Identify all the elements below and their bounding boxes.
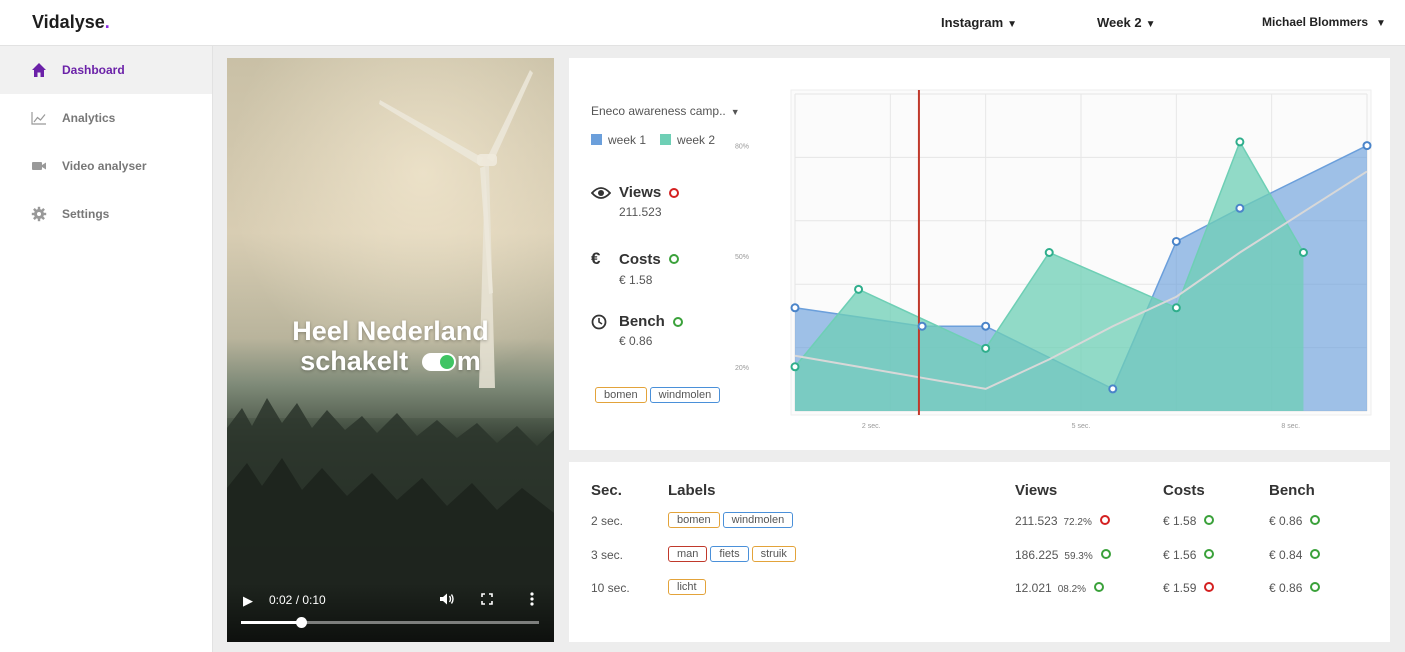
sidebar-item-dashboard[interactable]: Dashboard xyxy=(0,46,212,94)
cell-views: 12.021 08.2% xyxy=(1015,581,1105,595)
volume-icon[interactable] xyxy=(439,592,455,606)
cell-labels: licht xyxy=(668,579,709,595)
trend-up-icon xyxy=(1310,582,1321,592)
trend-up-icon xyxy=(1310,549,1321,559)
video-progress-bar[interactable] xyxy=(241,617,539,628)
tag[interactable]: fiets xyxy=(710,546,749,562)
caret-down-icon: ▼ xyxy=(1376,18,1386,29)
top-bar: Vidalyse. Instagram ▼ Week 2 ▼ Michael Blo… xyxy=(0,0,1405,46)
video-title-overlay: Heel Nederland schakelt m xyxy=(292,316,489,376)
cell-sec: 10 sec. xyxy=(591,581,630,595)
tag[interactable]: struik xyxy=(751,546,796,562)
video-progress-knob[interactable] xyxy=(295,617,307,628)
column-header-sec: Sec. xyxy=(591,482,622,499)
trend-up-icon xyxy=(1204,515,1215,525)
sidebar-item-label: Dashboard xyxy=(62,63,125,77)
segment-table: Sec. Labels Views Costs Bench 2 sec. bome… xyxy=(569,462,1390,642)
column-header-views: Views xyxy=(1015,482,1058,499)
data-point-week1 xyxy=(981,321,991,331)
table-row[interactable]: 10 sec. licht 12.021 08.2% € 1.59 € 0.86 xyxy=(569,578,1390,600)
data-point-week2 xyxy=(1235,137,1245,147)
fullscreen-icon[interactable] xyxy=(481,593,493,605)
column-header-costs: Costs xyxy=(1163,482,1205,499)
data-point-week1 xyxy=(1108,384,1118,394)
y-tick-label: 50% xyxy=(735,254,749,261)
data-point-week1 xyxy=(1362,141,1372,151)
cell-views: 211.523 72.2% xyxy=(1015,514,1110,528)
y-tick-label: 20% xyxy=(735,365,749,372)
cell-views: 186.225 59.3% xyxy=(1015,548,1111,562)
home-icon xyxy=(32,63,46,77)
data-point-week1 xyxy=(917,321,927,331)
area-chart: 20% 50% 80% 2 sec. 5 sec. 8 sec. xyxy=(735,89,1372,430)
data-point-week2 xyxy=(1298,248,1308,257)
tag[interactable]: man xyxy=(668,546,708,562)
cell-labels: man fiets struik xyxy=(668,546,799,562)
data-point-week2 xyxy=(1171,303,1181,313)
week-dropdown[interactable]: Week 2 ▼ xyxy=(1097,15,1155,30)
toggle-logo-icon xyxy=(421,353,456,371)
trend-up-icon xyxy=(1310,515,1321,525)
data-point-week1 xyxy=(790,303,800,313)
table-row[interactable]: 2 sec. bomen windmolen 211.523 72.2% € 1.58 € … xyxy=(569,511,1390,533)
chart-card: Eneco awareness camp.. ▼ week 1 week 2 Vi… xyxy=(569,58,1390,450)
x-tick-label: 8 sec. xyxy=(1281,423,1300,430)
data-point-week2 xyxy=(854,284,864,294)
table-row[interactable]: 3 sec. man fiets struik 186.225 59.3% € 1.56 € … xyxy=(569,545,1390,567)
tag[interactable]: windmolen xyxy=(722,512,794,528)
data-point-week1 xyxy=(1235,203,1245,213)
cell-sec: 2 sec. xyxy=(591,514,624,528)
cell-costs: € 1.59 xyxy=(1163,581,1215,595)
cell-labels: bomen windmolen xyxy=(668,512,796,528)
tag[interactable]: licht xyxy=(668,579,706,595)
gear-icon xyxy=(31,206,47,222)
trend-up-icon xyxy=(1100,549,1111,559)
trend-down-icon xyxy=(1099,515,1110,525)
user-menu[interactable]: Michael Blommers ▼ xyxy=(1262,15,1386,29)
column-header-bench: Bench xyxy=(1269,482,1315,499)
sidebar-item-label: Video analyser xyxy=(62,159,147,173)
x-tick-label: 5 sec. xyxy=(1072,423,1091,430)
cell-bench: € 0.84 xyxy=(1269,548,1321,562)
cell-bench: € 0.86 xyxy=(1269,581,1321,595)
play-icon[interactable]: ▶ xyxy=(243,593,253,609)
x-tick-label: 2 sec. xyxy=(862,423,881,430)
trend-down-icon xyxy=(1204,582,1215,592)
sidebar-item-label: Analytics xyxy=(62,111,116,125)
data-point-week1 xyxy=(1171,236,1181,246)
video-player[interactable]: Heel Nederland schakelt m ▶ 0:02 / 0:10 xyxy=(227,58,554,642)
video-time: 0:02 / 0:10 xyxy=(269,593,326,607)
trend-up-icon xyxy=(1094,582,1105,592)
sidebar-item-label: Settings xyxy=(62,207,110,221)
sidebar-item-analytics[interactable]: Analytics xyxy=(0,94,212,142)
video-camera-icon xyxy=(32,162,46,170)
caret-down-icon: ▼ xyxy=(1007,19,1018,30)
sidebar-item-video-analyser[interactable]: Video analyser xyxy=(0,142,212,190)
data-point-week2 xyxy=(981,343,991,353)
video-progress-fill xyxy=(241,621,301,624)
y-tick-label: 80% xyxy=(735,144,749,151)
platform-dropdown[interactable]: Instagram ▼ xyxy=(941,15,1017,30)
brand-logo[interactable]: Vidalyse. xyxy=(32,12,110,33)
chart-line-icon xyxy=(31,112,46,125)
cell-costs: € 1.56 xyxy=(1163,548,1215,562)
cell-sec: 3 sec. xyxy=(591,548,624,562)
caret-down-icon: ▼ xyxy=(1145,19,1156,30)
data-point-week2 xyxy=(1044,248,1054,257)
more-options-icon[interactable] xyxy=(529,592,535,606)
column-header-labels: Labels xyxy=(668,482,716,499)
cell-costs: € 1.58 xyxy=(1163,514,1215,528)
tag[interactable]: bomen xyxy=(668,512,720,528)
video-controls xyxy=(227,583,554,642)
trend-up-icon xyxy=(1204,549,1215,559)
sidebar-item-settings[interactable]: Settings xyxy=(0,190,212,238)
sidebar: Dashboard Analytics Video analyser Setti… xyxy=(0,46,213,652)
cell-bench: € 0.86 xyxy=(1269,514,1321,528)
data-point-week2 xyxy=(790,362,800,372)
